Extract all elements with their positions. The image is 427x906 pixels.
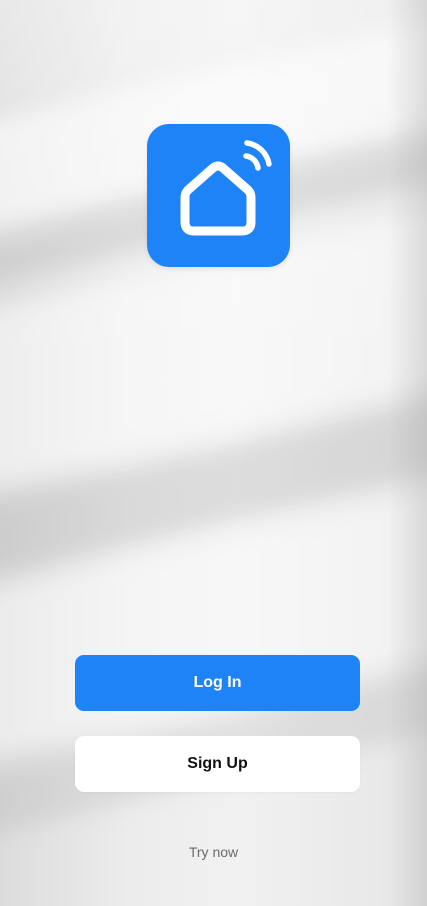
smart-home-wifi-icon <box>180 140 272 236</box>
app-logo <box>147 124 290 267</box>
login-button[interactable]: Log In <box>75 655 360 711</box>
welcome-screen: Log In Sign Up Try now <box>0 0 427 906</box>
try-now-link[interactable]: Try now <box>0 844 427 860</box>
signup-button[interactable]: Sign Up <box>75 736 360 792</box>
